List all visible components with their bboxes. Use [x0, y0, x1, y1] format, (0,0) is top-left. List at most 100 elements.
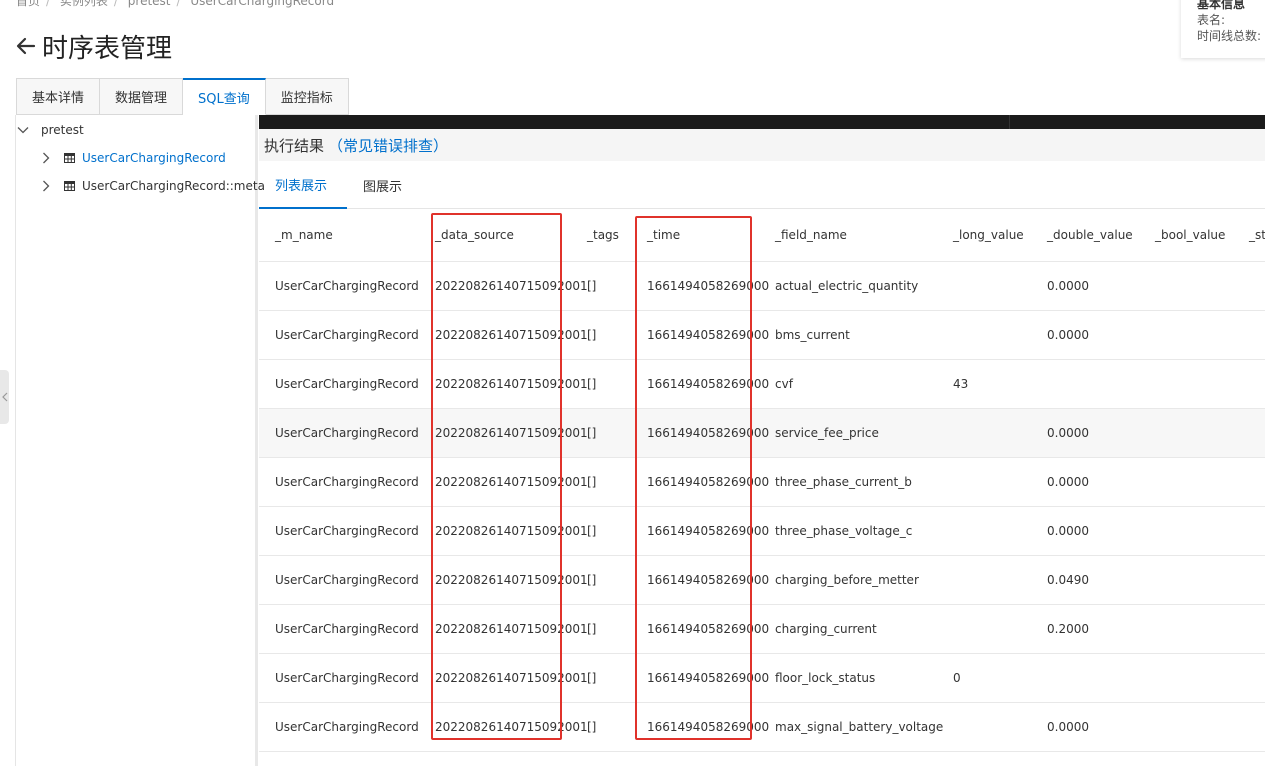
info-series-count-label: 时间线总数:	[1197, 29, 1262, 43]
table-row[interactable]: UserCarChargingRecord 202208261407150920…	[259, 703, 1265, 752]
main-tabs: 基本详情 数据管理 SQL查询 监控指标	[16, 78, 349, 115]
cell-data-source: 20220826140715092001	[435, 377, 588, 391]
info-card-title: 基本信息	[1197, 0, 1246, 11]
cell-tags: []	[587, 573, 597, 587]
cell-double-value: 0.0000	[1047, 328, 1089, 342]
table-icon	[64, 181, 75, 191]
result-view-tabs: 列表展示 图展示	[259, 161, 1265, 209]
basic-info-card: 基本信息 表名: 时间线总数:	[1181, 0, 1265, 58]
cell-m-name: UserCarChargingRecord	[275, 279, 419, 293]
cell-tags: []	[587, 475, 597, 489]
cell-data-source: 20220826140715092001	[435, 426, 588, 440]
cell-field-name: cvf	[775, 377, 793, 391]
tree-node-usercarchargingrecord-meta[interactable]: UserCarChargingRecord::meta	[40, 174, 265, 198]
table-row[interactable]: UserCarChargingRecord 202208261407150920…	[259, 654, 1265, 703]
cell-tags: []	[587, 279, 597, 293]
chevron-left-icon	[1, 392, 7, 402]
chevron-down-icon[interactable]	[17, 124, 29, 136]
cell-double-value: 0.0000	[1047, 524, 1089, 538]
cell-field-name: charging_current	[775, 622, 877, 636]
breadcrumb-current: UserCarChargingRecord	[190, 0, 335, 8]
page-header: 时序表管理	[14, 28, 172, 64]
editor-splitter	[1009, 115, 1010, 129]
cell-m-name: UserCarChargingRecord	[275, 426, 419, 440]
chevron-right-icon[interactable]	[40, 152, 52, 164]
table-row[interactable]: UserCarChargingRecord 202208261407150920…	[259, 311, 1265, 360]
tab-chart-view[interactable]: 图展示	[347, 161, 418, 209]
sql-editor-strip[interactable]	[259, 115, 1265, 129]
cell-data-source: 20220826140715092001	[435, 524, 588, 538]
cell-field-name: charging_before_metter	[775, 573, 919, 587]
breadcrumb-home[interactable]: 首页	[16, 0, 40, 8]
cell-m-name: UserCarChargingRecord	[275, 720, 419, 734]
cell-field-name: service_fee_price	[775, 426, 879, 440]
result-title: 执行结果	[264, 136, 325, 155]
table-icon	[64, 153, 75, 163]
cell-data-source: 20220826140715092001	[435, 328, 588, 342]
cell-double-value: 0.0000	[1047, 475, 1089, 489]
column-header: _str	[1249, 228, 1265, 242]
cell-data-source: 20220826140715092001	[435, 622, 588, 636]
tab-basic-details[interactable]: 基本详情	[16, 78, 101, 115]
cell-field-name: floor_lock_status	[775, 671, 876, 685]
tree-node-label: UserCarChargingRecord	[82, 151, 226, 165]
cell-m-name: UserCarChargingRecord	[275, 475, 419, 489]
column-header: _double_value	[1047, 228, 1133, 242]
table-row[interactable]: UserCarChargingRecord 202208261407150920…	[259, 507, 1265, 556]
breadcrumb-instance[interactable]: pretest	[128, 0, 171, 8]
result-header: 执行结果 （常见错误排查）	[259, 129, 1265, 161]
table-tree-panel: pretest UserCarChargingRecord UserCarCha…	[15, 115, 265, 766]
cell-time: 1661494058269000	[647, 279, 770, 293]
column-header: _bool_value	[1155, 228, 1226, 242]
breadcrumb: 首页 / 实例列表 / pretest / UserCarChargingRecord	[16, 0, 340, 9]
cell-field-name: actual_electric_quantity	[775, 279, 919, 293]
cell-data-source: 20220826140715092001	[435, 671, 588, 685]
cell-tags: []	[587, 671, 597, 685]
cell-time: 1661494058269000	[647, 328, 770, 342]
table-row[interactable]: UserCarChargingRecord 202208261407150920…	[259, 360, 1265, 409]
table-row[interactable]: UserCarChargingRecord 202208261407150920…	[259, 556, 1265, 605]
column-header: _field_name	[775, 228, 847, 242]
cell-data-source: 20220826140715092001	[435, 279, 588, 293]
cell-field-name: max_signal_battery_voltage	[775, 720, 944, 734]
column-header: _tags	[587, 228, 619, 242]
cell-long-value: 0	[953, 671, 961, 685]
cell-tags: []	[587, 524, 597, 538]
column-header: _m_name	[275, 228, 333, 242]
tree-node-label: pretest	[41, 123, 84, 137]
chevron-right-icon[interactable]	[40, 180, 52, 192]
cell-m-name: UserCarChargingRecord	[275, 573, 419, 587]
cell-tags: []	[587, 622, 597, 636]
cell-double-value: 0.0000	[1047, 720, 1089, 734]
cell-field-name: three_phase_voltage_c	[775, 524, 913, 538]
tab-sql-query[interactable]: SQL查询	[183, 78, 266, 115]
tab-data-management[interactable]: 数据管理	[100, 78, 184, 115]
panel-collapse-handle[interactable]	[0, 370, 9, 424]
back-arrow-icon[interactable]	[14, 34, 38, 58]
tab-monitoring-metrics[interactable]: 监控指标	[265, 78, 349, 115]
table-row[interactable]: UserCarChargingRecord 202208261407150920…	[259, 262, 1265, 311]
table-row[interactable]: UserCarChargingRecord 202208261407150920…	[259, 605, 1265, 654]
column-header: _time	[647, 228, 681, 242]
cell-double-value: 0.2000	[1047, 622, 1089, 636]
cell-field-name: bms_current	[775, 328, 850, 342]
table-row[interactable]: UserCarChargingRecord 202208261407150920…	[259, 458, 1265, 507]
result-table: _m_name _data_source _tags _time _field_…	[259, 209, 1265, 766]
cell-field-name: three_phase_current_b	[775, 475, 912, 489]
tree-node-pretest[interactable]: pretest	[17, 118, 84, 142]
breadcrumb-instance-list[interactable]: 实例列表	[60, 0, 108, 8]
error-troubleshooting-link[interactable]: （常见错误排查）	[328, 135, 448, 156]
cell-time: 1661494058269000	[647, 573, 770, 587]
column-header: _data_source	[435, 228, 514, 242]
cell-m-name: UserCarChargingRecord	[275, 377, 419, 391]
cell-tags: []	[587, 328, 597, 342]
tree-node-usercarchargingrecord[interactable]: UserCarChargingRecord	[40, 146, 226, 170]
cell-time: 1661494058269000	[647, 671, 770, 685]
table-header-row: _m_name _data_source _tags _time _field_…	[259, 209, 1265, 262]
cell-data-source: 20220826140715092001	[435, 475, 588, 489]
column-header: _long_value	[953, 228, 1024, 242]
cell-data-source: 20220826140715092001	[435, 573, 588, 587]
tab-list-view[interactable]: 列表展示	[259, 161, 347, 209]
table-row[interactable]: UserCarChargingRecord 202208261407150920…	[259, 409, 1265, 458]
cell-time: 1661494058269000	[647, 475, 770, 489]
